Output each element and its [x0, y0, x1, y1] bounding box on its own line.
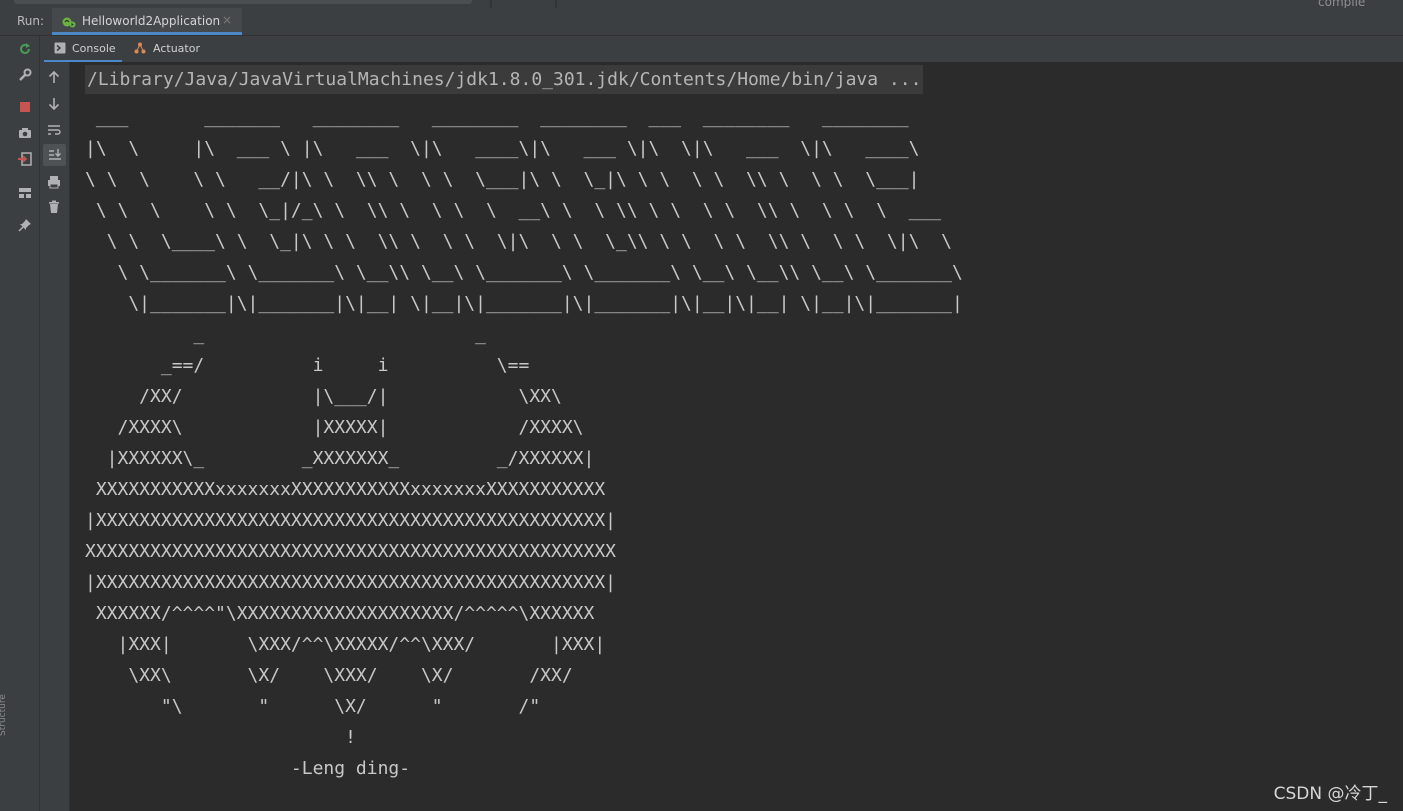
console-toolbar — [40, 62, 70, 811]
structure-tab-label[interactable]: Structure — [0, 694, 8, 736]
csdn-watermark: CSDN @冷丁_ — [1273, 784, 1387, 804]
sub-tab-bar: Console Actuator — [40, 36, 1403, 63]
ascii-art-banner: ___ _______ ________ ________ ________ _… — [85, 107, 963, 779]
tab-label: Console — [72, 42, 116, 55]
run-actions-toolbar — [12, 36, 40, 811]
pin-icon[interactable] — [17, 217, 33, 233]
tab-actuator[interactable]: Actuator — [126, 36, 206, 62]
top-right-fragment[interactable]: compile — [1270, 0, 1403, 8]
console-icon — [54, 42, 66, 54]
top-tab-fragment — [14, 0, 472, 4]
arrow-down-icon[interactable] — [46, 96, 62, 112]
run-config-tab[interactable]: Helloworld2Application × — [52, 8, 242, 35]
stop-icon[interactable] — [17, 99, 33, 115]
run-label: Run: — [17, 14, 45, 28]
trash-icon[interactable] — [46, 199, 62, 215]
top-strip: compile — [0, 0, 1403, 8]
camera-icon[interactable] — [17, 125, 33, 141]
java-command-line[interactable]: /Library/Java/JavaVirtualMachines/jdk1.8… — [85, 65, 924, 94]
compile-label: compile — [1318, 0, 1366, 8]
tab-console[interactable]: Console — [44, 36, 122, 62]
print-icon[interactable] — [46, 174, 62, 190]
run-config-title: Helloworld2Application — [82, 14, 221, 28]
scroll-to-end-toggle[interactable] — [43, 144, 66, 166]
soft-wrap-icon[interactable] — [46, 122, 62, 138]
scroll-to-end-icon — [49, 149, 61, 160]
close-icon[interactable]: × — [222, 13, 232, 27]
top-divider — [555, 0, 557, 8]
arrow-up-icon[interactable] — [46, 69, 62, 85]
layout-icon[interactable] — [17, 185, 33, 201]
top-divider — [490, 0, 492, 8]
rerun-icon[interactable] — [17, 41, 33, 57]
wrench-icon[interactable] — [17, 67, 33, 83]
tab-label: Actuator — [153, 42, 200, 55]
run-toolwindow-header: Run: Helloworld2Application × — [0, 8, 1403, 36]
spring-boot-icon — [62, 17, 76, 28]
exit-icon[interactable] — [17, 151, 33, 167]
actuator-icon — [134, 42, 146, 54]
